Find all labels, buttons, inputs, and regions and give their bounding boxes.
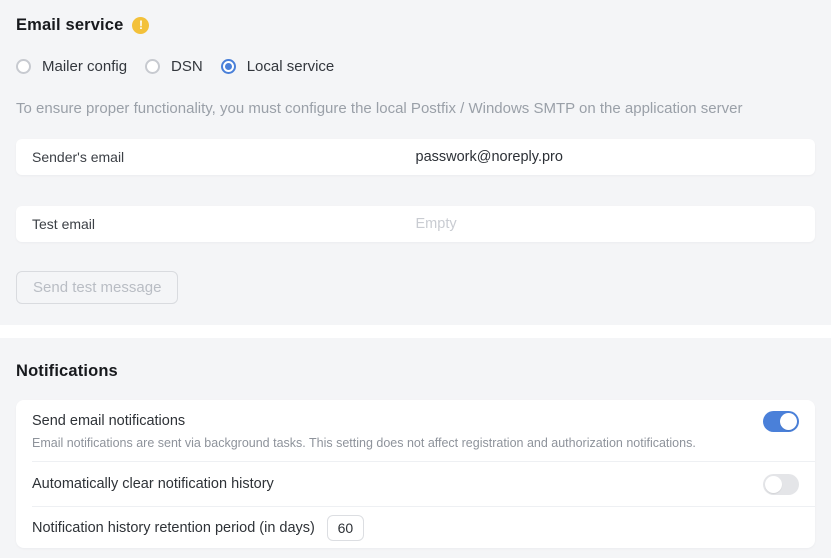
- retention-period-row: Notification history retention period (i…: [16, 507, 815, 548]
- notifications-card: Send email notifications Email notificat…: [16, 400, 815, 548]
- test-email-row: Test email: [16, 206, 815, 242]
- email-service-heading-row: Email service !: [16, 16, 815, 35]
- test-email-input[interactable]: [416, 216, 816, 232]
- auto-clear-history-toggle[interactable]: [763, 474, 799, 495]
- email-service-title: Email service: [16, 16, 123, 35]
- test-email-label: Test email: [16, 216, 416, 232]
- send-email-notifications-description: Email notifications are sent via backgro…: [32, 436, 759, 450]
- radio-local-service[interactable]: Local service: [221, 58, 335, 75]
- sender-email-label: Sender's email: [16, 149, 416, 165]
- send-email-notifications-row: Send email notifications Email notificat…: [16, 400, 815, 461]
- notifications-section: Notifications Send email notifications E…: [0, 338, 831, 548]
- dsn-radio-label: DSN: [171, 58, 203, 75]
- local-service-radio-circle[interactable]: [221, 59, 236, 74]
- retention-period-label: Notification history retention period (i…: [32, 520, 315, 536]
- auto-clear-history-label: Automatically clear notification history: [32, 476, 274, 492]
- toggle-knob: [780, 413, 797, 430]
- send-test-message-button[interactable]: Send test message: [16, 271, 178, 304]
- auto-clear-history-row: Automatically clear notification history: [16, 462, 815, 506]
- send-email-notifications-toggle[interactable]: [763, 411, 799, 432]
- mailer-config-radio-circle[interactable]: [16, 59, 31, 74]
- warning-icon: !: [132, 17, 149, 34]
- email-service-section: Email service ! Mailer config DSN Local …: [0, 0, 831, 325]
- sender-email-row: Sender's email: [16, 139, 815, 175]
- radio-mailer-config[interactable]: Mailer config: [16, 58, 127, 75]
- email-mode-radio-group: Mailer config DSN Local service: [16, 58, 815, 75]
- local-service-radio-label: Local service: [247, 58, 335, 75]
- retention-days-input[interactable]: [327, 515, 364, 541]
- send-email-notifications-label: Send email notifications: [32, 413, 759, 429]
- radio-dsn[interactable]: DSN: [145, 58, 203, 75]
- dsn-radio-circle[interactable]: [145, 59, 160, 74]
- email-service-description: To ensure proper functionality, you must…: [16, 100, 815, 117]
- sender-email-input[interactable]: [416, 149, 816, 165]
- mailer-config-radio-label: Mailer config: [42, 58, 127, 75]
- toggle-knob: [765, 476, 782, 493]
- section-divider-band: [0, 325, 831, 338]
- notifications-title: Notifications: [16, 362, 815, 381]
